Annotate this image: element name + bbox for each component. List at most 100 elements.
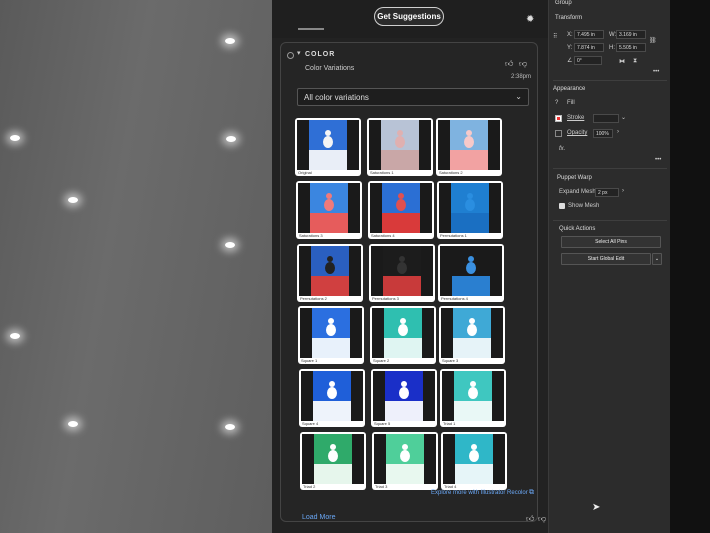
variation-tile[interactable]: Square 5 — [371, 369, 437, 427]
opacity-label[interactable]: Opacity — [567, 130, 587, 136]
transform-heading: Transform — [555, 15, 583, 21]
snowman-body — [327, 387, 337, 399]
variation-tile[interactable]: Triad 3 — [372, 432, 438, 490]
variation-caption: Permutations 1 — [440, 233, 467, 238]
artwork-ground — [381, 150, 419, 170]
variation-tile[interactable]: Saturations 3 — [296, 181, 362, 239]
snowman-body — [469, 450, 479, 462]
divider — [553, 168, 667, 169]
variation-tile[interactable]: Triad 1 — [440, 369, 506, 427]
snowman-head — [399, 256, 405, 262]
variation-tile[interactable]: Saturations 4 — [368, 181, 434, 239]
flip-horizontal-icon[interactable]: ⧓ — [619, 58, 625, 65]
explore-recolor-link[interactable]: Explore more with Illustrator Recolor — [431, 490, 528, 496]
external-link-icon[interactable]: ⧉ — [529, 489, 534, 497]
variation-preview — [298, 183, 360, 233]
snowman-head — [401, 381, 407, 387]
help-icon: ? — [555, 100, 559, 106]
preview-margin — [438, 120, 450, 170]
snowman-artwork — [311, 246, 349, 296]
stroke-swatch[interactable] — [555, 115, 562, 122]
variation-caption: Permutations 3 — [372, 296, 399, 301]
variation-tile[interactable]: Permutations 3 — [369, 244, 435, 302]
variation-tile[interactable]: Saturations 1 — [367, 118, 433, 176]
stroke-weight-field[interactable] — [593, 114, 619, 123]
more-options-icon[interactable]: ••• — [653, 69, 659, 75]
variation-tile[interactable]: Saturations 2 — [436, 118, 502, 176]
chevron-right-icon[interactable]: › — [622, 188, 624, 194]
snowman-head — [469, 318, 475, 324]
variation-tile[interactable]: Triad 4 — [441, 432, 507, 490]
variation-tile[interactable]: Square 3 — [439, 306, 505, 364]
preview-margin — [351, 371, 363, 421]
variation-tile[interactable]: Permutations 4 — [438, 244, 504, 302]
preview-margin — [440, 246, 452, 296]
more-options-icon[interactable]: ••• — [655, 157, 661, 163]
preview-margin — [348, 183, 360, 233]
opacity-field[interactable]: 100% — [593, 129, 613, 138]
y-label: Y: — [567, 45, 573, 51]
expand-mesh-label: Expand Mesh: — [559, 189, 598, 195]
variation-tile[interactable]: Triad 2 — [300, 432, 366, 490]
snowman-head — [466, 130, 472, 136]
variation-tile[interactable]: Square 4 — [299, 369, 365, 427]
w-field[interactable]: 3.169 in — [616, 30, 646, 39]
load-more-link[interactable]: Load More — [302, 514, 335, 521]
opacity-swatch — [555, 130, 562, 137]
reference-point-icon[interactable]: ⠿ — [553, 33, 557, 40]
artwork-ground — [311, 276, 349, 296]
variation-tile[interactable]: Square 2 — [370, 306, 436, 364]
variation-tile[interactable]: Original — [295, 118, 361, 176]
artwork-ground — [450, 150, 488, 170]
variation-tile[interactable]: Permutations 1 — [437, 181, 503, 239]
thumbs-down-icon[interactable]: 👎︎ — [519, 59, 527, 69]
thumbs-up-icon[interactable]: 👍︎ — [505, 59, 513, 69]
preview-margin — [371, 246, 383, 296]
snowman-head — [325, 130, 331, 136]
variation-dropdown[interactable]: All color variations ⌄ — [297, 88, 529, 106]
h-label: H: — [609, 45, 615, 51]
artwork-ground — [309, 150, 347, 170]
chevron-down-icon[interactable]: ▾ — [297, 49, 301, 57]
expand-mesh-field[interactable]: 2 px — [595, 188, 619, 197]
artwork-ground — [385, 401, 423, 421]
divider — [553, 220, 667, 221]
link-constrain-icon[interactable]: ⛓ — [649, 37, 657, 44]
preview-margin — [373, 371, 385, 421]
start-global-edit-button[interactable]: Start Global Edit — [561, 253, 651, 265]
snowman-body — [397, 262, 407, 274]
variation-tile[interactable]: Permutations 2 — [297, 244, 363, 302]
variation-tile[interactable]: Square 1 — [298, 306, 364, 364]
thumbs-down-icon[interactable]: 👎︎ — [538, 514, 546, 524]
snowman-artwork — [313, 371, 351, 421]
chevron-down-icon[interactable]: ⌄ — [621, 114, 626, 121]
variation-caption: Saturations 3 — [299, 233, 323, 238]
get-suggestions-button[interactable]: Get Suggestions — [374, 7, 444, 26]
effects-label[interactable]: fx. — [559, 146, 565, 152]
stroke-label[interactable]: Stroke — [567, 115, 584, 121]
show-mesh-checkbox[interactable] — [559, 203, 565, 209]
preview-margin — [374, 434, 386, 484]
preview-margin — [443, 434, 455, 484]
select-all-pins-button[interactable]: Select All Pins — [561, 236, 661, 248]
variation-preview — [297, 120, 359, 170]
preview-margin — [490, 246, 502, 296]
angle-field[interactable]: 0° — [574, 56, 602, 65]
canvas-area[interactable] — [0, 0, 285, 533]
variation-preview — [369, 120, 431, 170]
thumbs-up-icon[interactable]: 👍︎ — [526, 514, 534, 524]
x-field[interactable]: 7.495 in — [574, 30, 604, 39]
chevron-right-icon[interactable]: › — [617, 129, 619, 135]
x-label: X: — [567, 32, 573, 38]
section-radio[interactable] — [287, 52, 294, 59]
y-field[interactable]: 7.874 in — [574, 43, 604, 52]
snowman-artwork — [383, 246, 421, 296]
flip-vertical-icon[interactable]: ⧗ — [633, 58, 637, 65]
gear-icon[interactable]: ✹ — [526, 15, 536, 25]
global-edit-dropdown[interactable]: ⌄ — [652, 253, 662, 265]
h-field[interactable]: 5.505 in — [616, 43, 646, 52]
preview-margin — [297, 120, 309, 170]
snowman-artwork — [386, 434, 424, 484]
snowman-body — [395, 136, 405, 148]
quick-actions-heading: Quick Actions — [559, 226, 596, 232]
